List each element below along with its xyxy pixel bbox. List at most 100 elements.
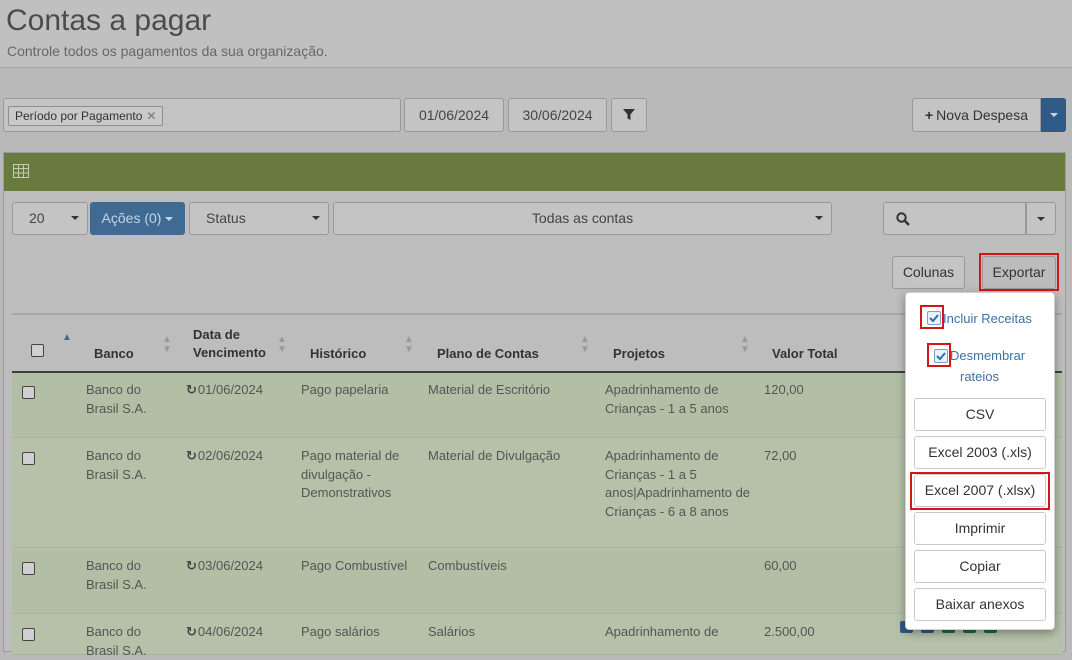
cell-history: Pago Combustível — [301, 558, 408, 573]
recurring-icon: ↻ — [186, 624, 197, 639]
sort-icon[interactable]: ▲ ▼ — [404, 335, 414, 355]
row-checkbox[interactable] — [22, 386, 35, 399]
export-xlsx-button[interactable]: Excel 2007 (.xlsx) — [914, 474, 1046, 507]
page-size-value: 20 — [29, 210, 45, 226]
cell-due-date: ↻04/06/2024 — [186, 623, 263, 642]
split-line1: Desmembrar — [950, 348, 1026, 363]
page-header: Contas a pagar Controle todos os pagamen… — [0, 0, 1072, 68]
check-icon — [929, 314, 939, 323]
cell-history: Pago material de divulgação - Demonstrat… — [301, 448, 400, 500]
header-history[interactable]: Histórico — [310, 345, 366, 363]
status-value: Status — [206, 210, 246, 226]
cell-projects: Apadrinhamento de Crianças - 1 a 5 anos|… — [605, 448, 751, 519]
recurring-icon: ↻ — [186, 558, 197, 573]
header-bank[interactable]: Banco — [94, 345, 134, 363]
tag-close-icon[interactable]: ✕ — [146, 109, 156, 123]
filter-button[interactable] — [611, 98, 647, 132]
caret-down-icon — [815, 216, 823, 220]
sort-asc-icon[interactable]: ▲ — [62, 333, 72, 343]
chevron-down-icon — [71, 216, 79, 220]
split-label-line2[interactable]: rateios — [960, 367, 999, 387]
search-input[interactable] — [920, 202, 1026, 235]
funnel-icon — [623, 109, 635, 120]
header-due-line2: Vencimento — [193, 345, 266, 360]
panel-header — [4, 153, 1065, 191]
check-icon — [936, 352, 946, 361]
status-select[interactable]: Status — [189, 202, 329, 235]
cell-bank: Banco do Brasil S.A. — [86, 382, 147, 416]
recurring-icon: ↻ — [186, 382, 197, 397]
filter-input[interactable]: Período por Pagamento ✕ — [3, 98, 401, 132]
accounts-select[interactable]: Todas as contas — [333, 202, 832, 235]
include-income-label[interactable]: Incluir Receitas — [943, 309, 1032, 329]
accounts-value: Todas as contas — [531, 210, 634, 226]
date-end-input[interactable]: 30/06/2024 — [508, 98, 607, 132]
cell-plan: Salários — [428, 624, 475, 639]
export-button[interactable]: Exportar — [982, 256, 1056, 289]
actions-label: Ações (0) — [101, 210, 162, 226]
cell-history: Pago papelaria — [301, 382, 389, 397]
new-expense-dropdown-toggle[interactable] — [1041, 98, 1066, 132]
caret-down-icon — [1050, 113, 1058, 117]
cell-bank: Banco do Brasil S.A. — [86, 448, 147, 482]
export-csv-button[interactable]: CSV — [914, 398, 1046, 431]
caret-down-icon — [165, 217, 174, 222]
sort-icon[interactable]: ▲ ▼ — [277, 335, 287, 355]
cell-bank: Banco do Brasil S.A. — [86, 558, 147, 592]
include-income-checkbox[interactable] — [927, 311, 941, 325]
cell-total: 2.500,00 — [764, 624, 815, 639]
columns-button[interactable]: Colunas — [892, 256, 965, 289]
due-date-value: 02/06/2024 — [197, 448, 263, 463]
header-total[interactable]: Valor Total — [772, 345, 838, 363]
search-button[interactable] — [883, 202, 921, 235]
page-size-select[interactable]: 20 — [12, 202, 88, 235]
due-date-value: 01/06/2024 — [197, 382, 263, 397]
caret-down-icon — [1037, 217, 1045, 221]
cell-due-date: ↻01/06/2024 — [186, 381, 263, 400]
page-subtitle: Controle todos os pagamentos da sua orga… — [7, 43, 328, 59]
sort-icon[interactable]: ▲ ▼ — [580, 335, 590, 355]
new-expense-button[interactable]: + Nova Despesa — [912, 98, 1041, 132]
cell-bank: Banco do Brasil S.A. — [86, 624, 147, 658]
plus-icon: + — [924, 107, 934, 123]
split-label[interactable]: Desmembrar — [950, 346, 1025, 366]
row-checkbox[interactable] — [22, 562, 35, 575]
print-button[interactable]: Imprimir — [914, 512, 1046, 545]
row-checkbox[interactable] — [22, 628, 35, 641]
cell-total: 72,00 — [764, 448, 797, 463]
cell-plan: Material de Divulgação — [428, 448, 561, 463]
export-menu: Incluir Receitas Desmembrar rateios CSV … — [905, 292, 1055, 630]
header-due-date[interactable]: Data de Vencimento — [193, 326, 266, 362]
cell-projects: Apadrinhamento de Crianças - 1 a 5 anos — [605, 382, 729, 416]
sort-icon[interactable]: ▲ ▼ — [162, 335, 172, 355]
cell-projects: Apadrinhamento de — [605, 624, 719, 639]
cell-due-date: ↻02/06/2024 — [186, 447, 263, 466]
sort-icon[interactable]: ▲ ▼ — [740, 335, 750, 355]
filter-tag-label: Período por Pagamento — [15, 109, 143, 123]
cell-history: Pago salários — [301, 624, 380, 639]
due-date-value: 03/06/2024 — [197, 558, 263, 573]
cell-plan: Material de Escritório — [428, 382, 551, 397]
cell-total: 60,00 — [764, 558, 797, 573]
copy-button[interactable]: Copiar — [914, 550, 1046, 583]
export-xls-button[interactable]: Excel 2003 (.xls) — [914, 436, 1046, 469]
actions-button[interactable]: Ações (0) — [90, 202, 185, 235]
cell-due-date: ↻03/06/2024 — [186, 557, 263, 576]
date-start-input[interactable]: 01/06/2024 — [404, 98, 504, 132]
recurring-icon: ↻ — [186, 448, 197, 463]
cell-plan: Combustíveis — [428, 558, 507, 573]
row-checkbox[interactable] — [22, 452, 35, 465]
header-plan[interactable]: Plano de Contas — [437, 345, 539, 363]
select-all-checkbox[interactable] — [31, 344, 44, 357]
new-expense-label: Nova Despesa — [936, 107, 1028, 123]
split-checkbox[interactable] — [934, 349, 948, 363]
search-dropdown-toggle[interactable] — [1026, 202, 1056, 235]
download-attachments-button[interactable]: Baixar anexos — [914, 588, 1046, 621]
search-icon — [896, 212, 910, 226]
filter-tag: Período por Pagamento ✕ — [8, 106, 164, 126]
cell-total: 120,00 — [764, 382, 804, 397]
table-icon — [13, 164, 29, 178]
chevron-down-icon — [312, 216, 320, 220]
due-date-value: 04/06/2024 — [197, 624, 263, 639]
header-projects[interactable]: Projetos — [613, 345, 665, 363]
